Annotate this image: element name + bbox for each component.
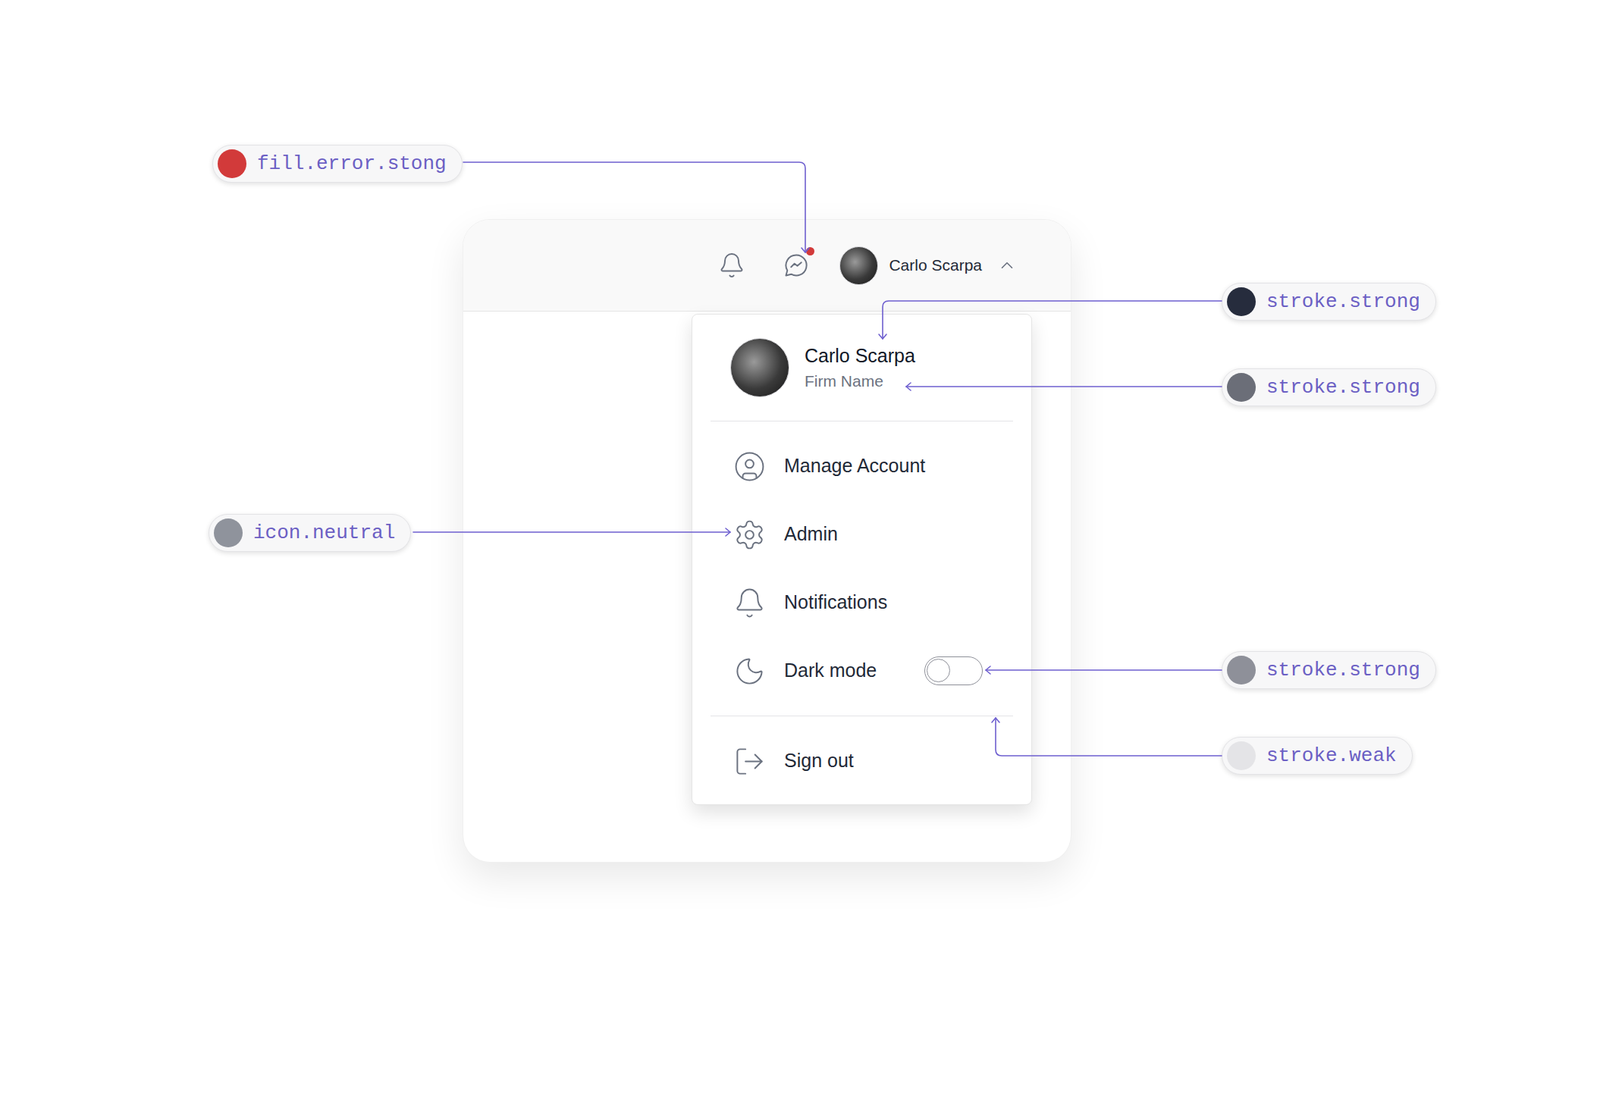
toggle-knob (926, 658, 951, 683)
annotation-label: stroke.strong (1221, 651, 1437, 690)
connector-line (463, 162, 806, 253)
color-swatch (213, 518, 243, 548)
connector-line (995, 718, 1222, 757)
user-dropdown-menu: Carlo ScarpaFirm NameManage AccountAdmin… (691, 313, 1033, 806)
color-swatch (1226, 287, 1256, 317)
menu-divider (710, 715, 1014, 717)
user-circle-icon (733, 450, 766, 484)
menu-item[interactable]: Sign out (692, 727, 1032, 796)
annotation-label: stroke.strong (1221, 282, 1437, 321)
annotation-label: fill.error.stong (212, 144, 463, 183)
top-bar: Carlo Scarpa (463, 219, 1071, 312)
menu-divider (710, 420, 1014, 422)
connector-arrow (801, 247, 810, 253)
header-avatar (839, 246, 879, 286)
annotation-label: stroke.strong (1221, 368, 1437, 407)
connector-arrow (906, 382, 911, 391)
connector-arrow (878, 334, 887, 339)
color-swatch (1226, 741, 1256, 771)
color-swatch (217, 149, 247, 179)
menu-item[interactable]: Dark mode (692, 636, 1032, 706)
connector-line (906, 385, 1222, 388)
color-swatch (1226, 655, 1256, 685)
menu-item[interactable]: Manage Account (692, 432, 1032, 501)
bell-icon[interactable] (718, 251, 746, 280)
connector-line (985, 669, 1222, 672)
unread-dot (806, 247, 815, 256)
connector-arrow (985, 666, 991, 675)
canvas: Carlo ScarpaCarlo ScarpaFirm NameManage … (0, 0, 1600, 1109)
moon-icon (733, 655, 766, 688)
annotation-label: stroke.weak (1221, 737, 1413, 775)
sign-out-icon (733, 745, 766, 779)
gear-icon (733, 518, 766, 552)
dark-mode-toggle[interactable] (924, 656, 983, 686)
connector-line (882, 301, 1222, 339)
app-frame: Carlo ScarpaCarlo ScarpaFirm NameManage … (462, 219, 1072, 863)
profile-avatar (730, 338, 790, 398)
color-swatch (1226, 373, 1256, 402)
menu-item[interactable]: Notifications (692, 568, 1032, 637)
profile-header: Carlo ScarpaFirm Name (692, 314, 1032, 421)
connector-line (413, 531, 731, 534)
connector-arrow (725, 528, 731, 537)
bell-icon (733, 586, 766, 620)
messenger-icon (782, 251, 810, 280)
menu-section: Manage AccountAdminNotificationsDark mod… (692, 420, 1032, 716)
connector-arrow (991, 718, 1000, 723)
menu-item[interactable]: Admin (692, 500, 1032, 569)
messages-button[interactable] (782, 251, 810, 280)
annotation-label: icon.neutral (208, 514, 411, 553)
chevron-up-icon (997, 255, 1017, 276)
menu-section: Sign out (692, 715, 1032, 796)
user-menu-button[interactable]: Carlo Scarpa (839, 246, 1017, 286)
